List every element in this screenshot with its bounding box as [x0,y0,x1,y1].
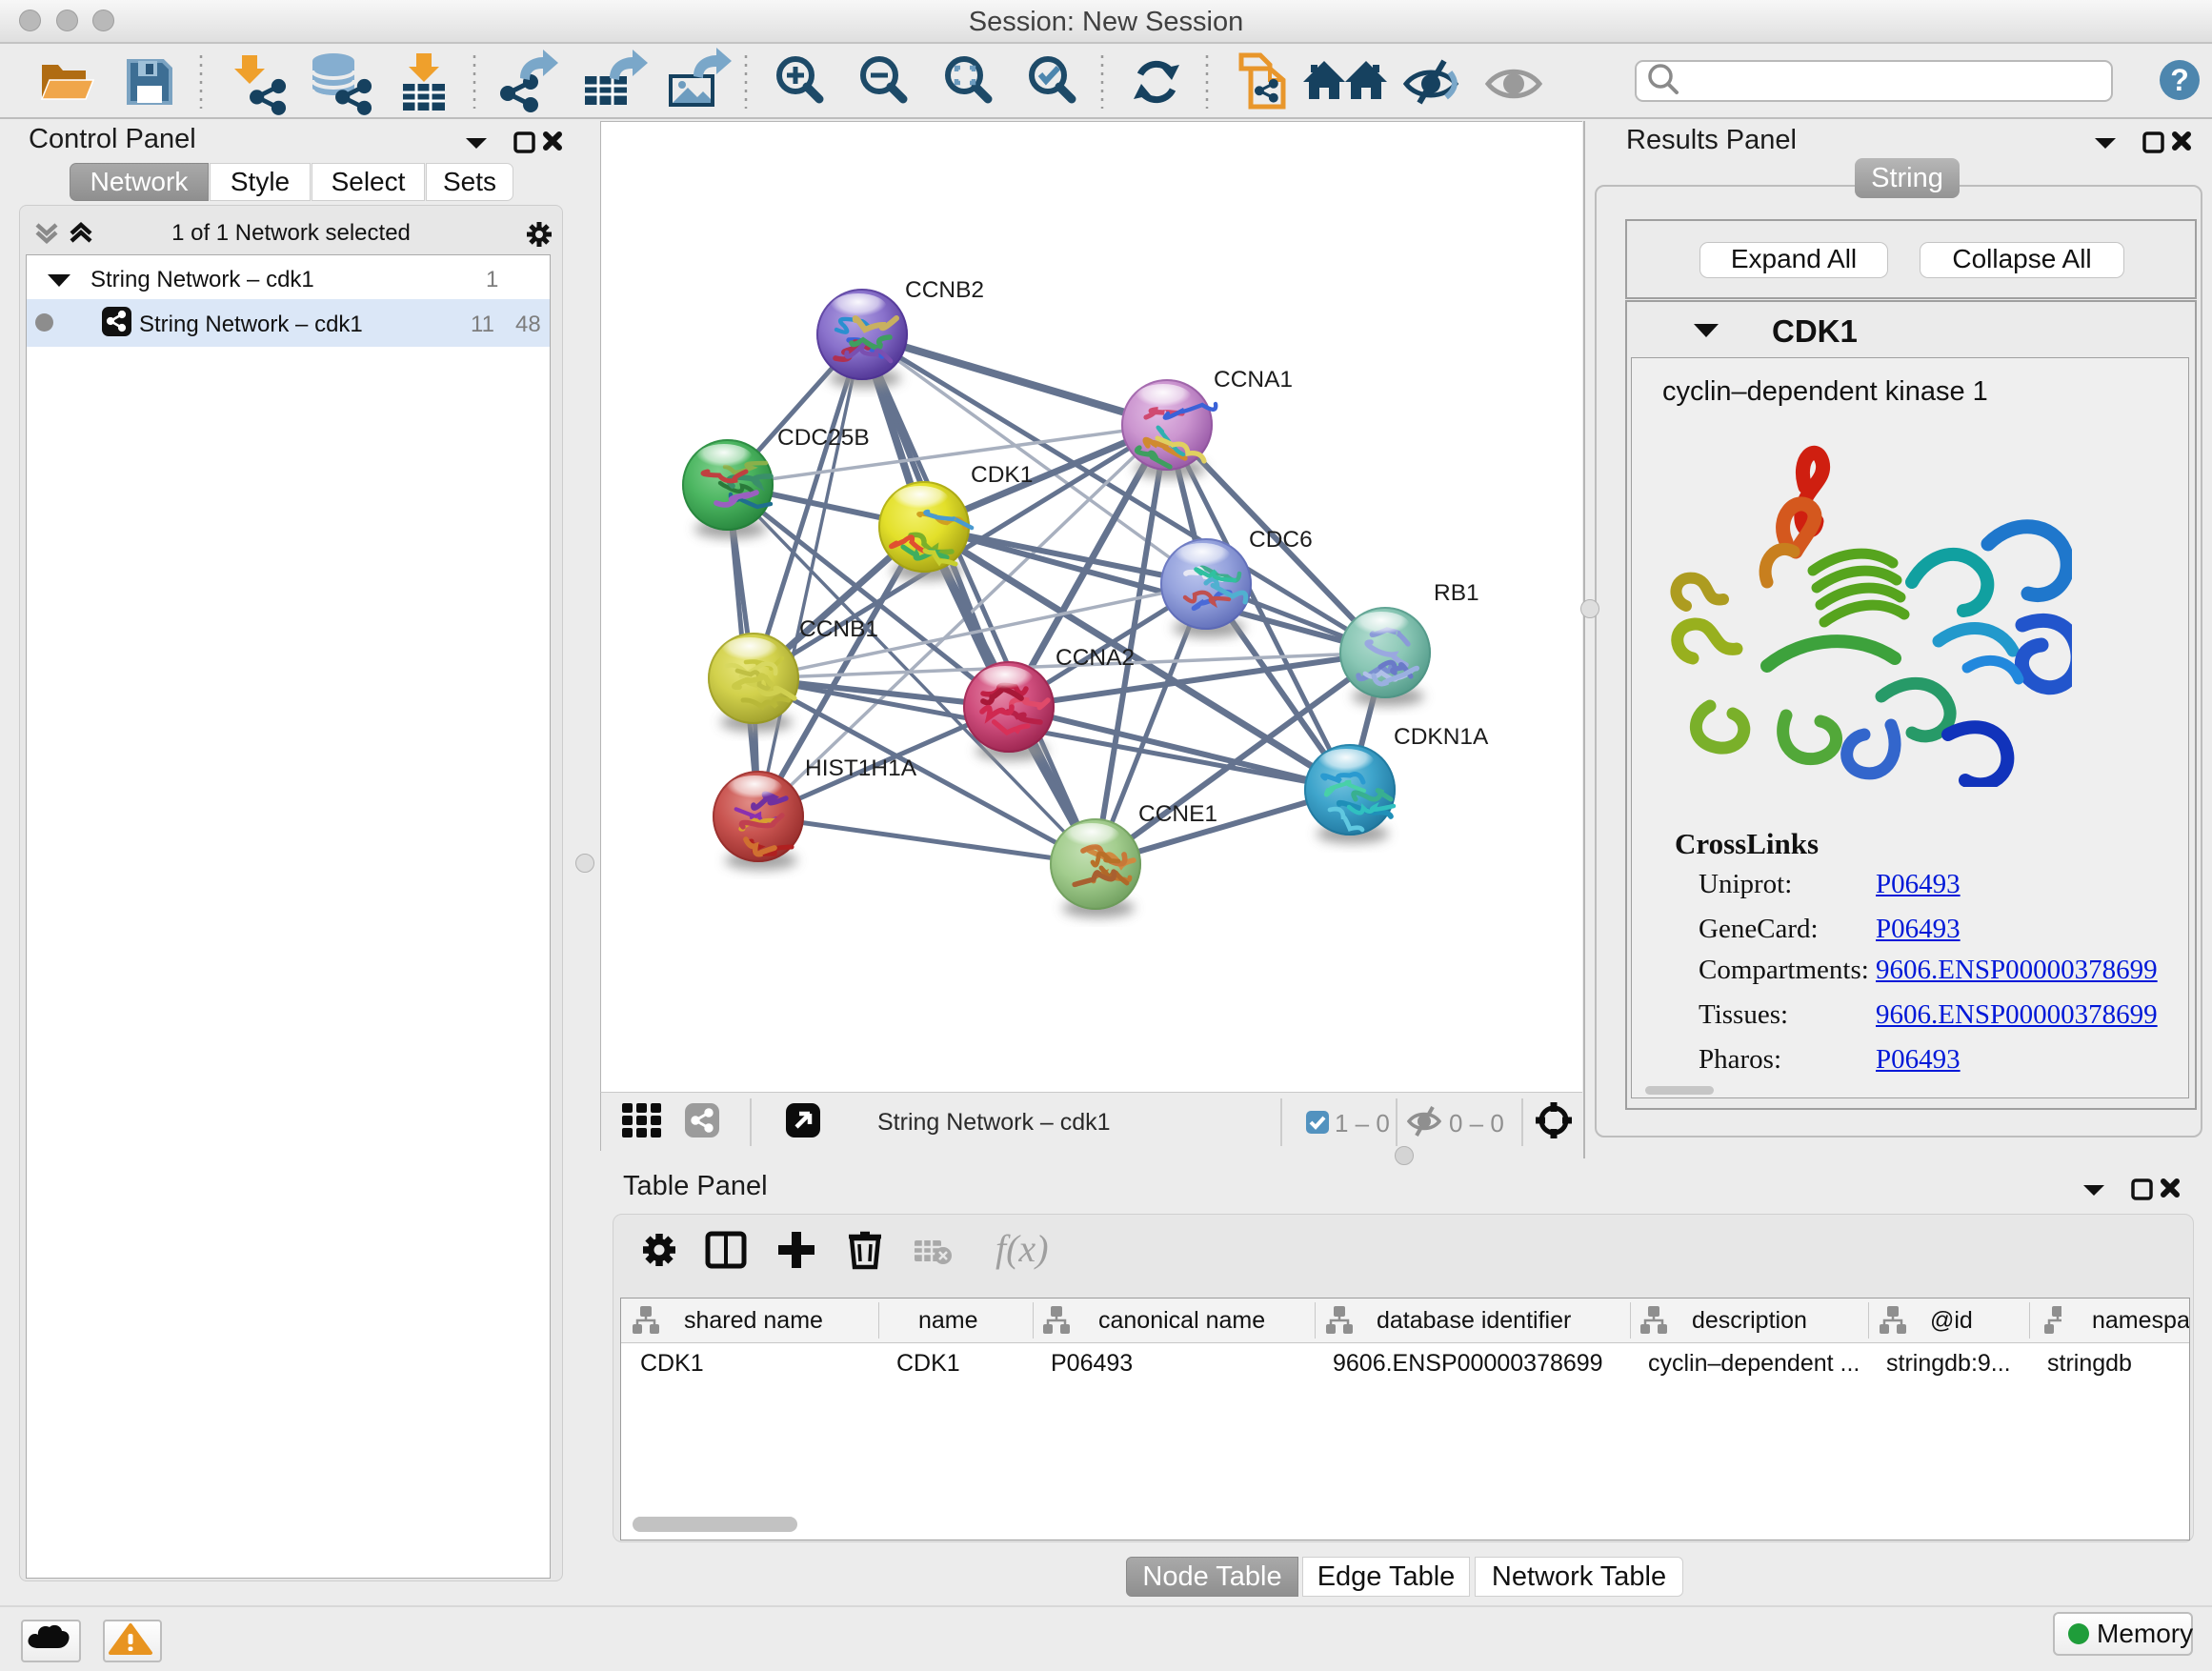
svg-text:CDC6: CDC6 [1249,527,1313,553]
svg-text:CDKN1A: CDKN1A [1394,724,1489,750]
svg-text:CCNA1: CCNA1 [1214,367,1293,393]
svg-text:CCNB2: CCNB2 [905,277,984,303]
svg-text:?: ? [2170,63,2189,97]
svg-text:RB1: RB1 [1434,580,1479,606]
svg-text:CCNE1: CCNE1 [1138,801,1217,827]
svg-text:CDK1: CDK1 [971,462,1033,488]
svg-text:CCNB1: CCNB1 [799,616,878,642]
svg-text:HIST1H1A: HIST1H1A [805,755,917,781]
svg-text:f(x): f(x) [995,1227,1049,1270]
svg-text:CCNA2: CCNA2 [1056,645,1135,671]
svg-text:CDC25B: CDC25B [777,425,870,451]
